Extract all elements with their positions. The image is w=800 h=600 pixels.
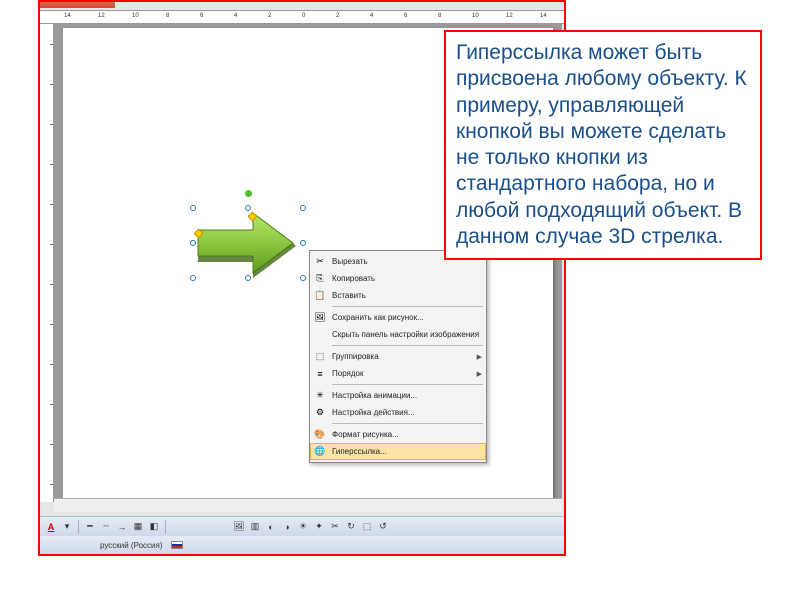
ruler-mark: 12	[98, 13, 105, 19]
paste-icon: 📋	[313, 289, 327, 303]
menu-item-custom-animation[interactable]: ✳Настройка анимации...	[310, 387, 486, 404]
globe-icon: 🌐	[313, 445, 327, 459]
picture-button[interactable]: 🖼	[232, 520, 246, 534]
ruler-mark: 2	[268, 13, 271, 19]
dropdown-icon[interactable]: ▾	[60, 520, 74, 534]
menu-item-paste[interactable]: 📋Вставить	[310, 287, 486, 304]
arrow-3d-icon	[193, 208, 303, 278]
menu-item-hyperlink[interactable]: 🌐Гиперссылка...	[310, 443, 486, 460]
arrow-style-button[interactable]: →	[115, 520, 129, 534]
picture-icon: 🖼	[313, 311, 327, 325]
action-icon: ⚙	[313, 406, 327, 420]
menu-separator	[332, 345, 483, 346]
resize-handle[interactable]	[190, 240, 196, 246]
ruler-mark: 0	[302, 13, 305, 19]
line-style-button[interactable]: ━	[83, 520, 97, 534]
contrast-less-button[interactable]: ◑	[280, 520, 294, 534]
vertical-ruler	[40, 24, 54, 502]
horizontal-scrollbar[interactable]	[54, 498, 562, 512]
annotation-text: Гиперссылка может быть присвоена любому …	[456, 41, 747, 248]
format-icon: 🎨	[313, 428, 327, 442]
ruler-mark: 10	[472, 13, 479, 19]
russian-flag-icon	[171, 541, 183, 549]
resize-handle[interactable]	[300, 275, 306, 281]
ruler-mark: 4	[370, 13, 373, 19]
submenu-arrow-icon: ▶	[477, 370, 482, 378]
brightness-less-button[interactable]: ✦	[312, 520, 326, 534]
selected-arrow-shape[interactable]	[193, 208, 303, 278]
status-bar: русский (Россия)	[40, 536, 564, 554]
animation-icon: ✳	[313, 389, 327, 403]
resize-handle[interactable]	[300, 240, 306, 246]
ruler-mark: 14	[540, 13, 547, 19]
ruler-mark: 12	[506, 13, 513, 19]
reset-button[interactable]: ↺	[376, 520, 390, 534]
menu-item-hide-picture-toolbar[interactable]: Скрыть панель настройки изображения	[310, 326, 486, 343]
contrast-more-button[interactable]: ◐	[264, 520, 278, 534]
bottom-toolbars: A ▾ ━ ┄ → ▦ ◧ 🖼 ▥ ◐ ◑ ☀ ✦ ✂ ↻ ⬚ ↺ русски…	[40, 516, 564, 554]
compress-button[interactable]: ⬚	[360, 520, 374, 534]
font-color-button[interactable]: A	[44, 520, 58, 534]
menu-separator	[332, 423, 483, 424]
shadow-button[interactable]: ▦	[131, 520, 145, 534]
group-icon: ⬚	[313, 350, 327, 364]
crop-button[interactable]: ✂	[328, 520, 342, 534]
context-menu: ✂Вырезать ⎘Копировать 📋Вставить 🖼Сохрани…	[309, 250, 487, 463]
menu-item-save-as-picture[interactable]: 🖼Сохранить как рисунок...	[310, 309, 486, 326]
order-icon: ≡	[313, 367, 327, 381]
rotation-handle[interactable]	[245, 190, 252, 197]
3d-button[interactable]: ◧	[147, 520, 161, 534]
menu-item-order[interactable]: ≡Порядок▶	[310, 365, 486, 382]
resize-handle[interactable]	[300, 205, 306, 211]
ruler-mark: 8	[438, 13, 441, 19]
menu-separator	[332, 384, 483, 385]
title-bar-fragment	[40, 2, 115, 8]
ruler-mark: 2	[336, 13, 339, 19]
menu-item-format-picture[interactable]: 🎨Формат рисунка...	[310, 426, 486, 443]
dash-style-button[interactable]: ┄	[99, 520, 113, 534]
menu-item-copy[interactable]: ⎘Копировать	[310, 270, 486, 287]
resize-handle[interactable]	[190, 205, 196, 211]
language-label: русский (Россия)	[100, 541, 163, 550]
ruler-mark: 6	[404, 13, 407, 19]
ruler-mark: 14	[64, 13, 71, 19]
brightness-more-button[interactable]: ☀	[296, 520, 310, 534]
color-button[interactable]: ▥	[248, 520, 262, 534]
resize-handle[interactable]	[245, 275, 251, 281]
drawing-toolbar: A ▾ ━ ┄ → ▦ ◧ 🖼 ▥ ◐ ◑ ☀ ✦ ✂ ↻ ⬚ ↺	[40, 516, 564, 536]
ruler-mark: 10	[132, 13, 139, 19]
annotation-callout: Гиперссылка может быть присвоена любому …	[444, 30, 762, 260]
menu-separator	[332, 306, 483, 307]
ruler-mark: 8	[166, 13, 169, 19]
rotate-button[interactable]: ↻	[344, 520, 358, 534]
submenu-arrow-icon: ▶	[477, 353, 482, 361]
ruler-mark: 6	[200, 13, 203, 19]
resize-handle[interactable]	[190, 275, 196, 281]
scissors-icon: ✂	[313, 255, 327, 269]
copy-icon: ⎘	[313, 272, 327, 286]
ruler-mark: 4	[234, 13, 237, 19]
menu-item-grouping[interactable]: ⬚Группировка▶	[310, 348, 486, 365]
resize-handle[interactable]	[245, 205, 251, 211]
horizontal-ruler: 14 12 10 8 6 4 2 0 2 4 6 8 10 12 14	[40, 10, 564, 24]
menu-item-action-settings[interactable]: ⚙Настройка действия...	[310, 404, 486, 421]
